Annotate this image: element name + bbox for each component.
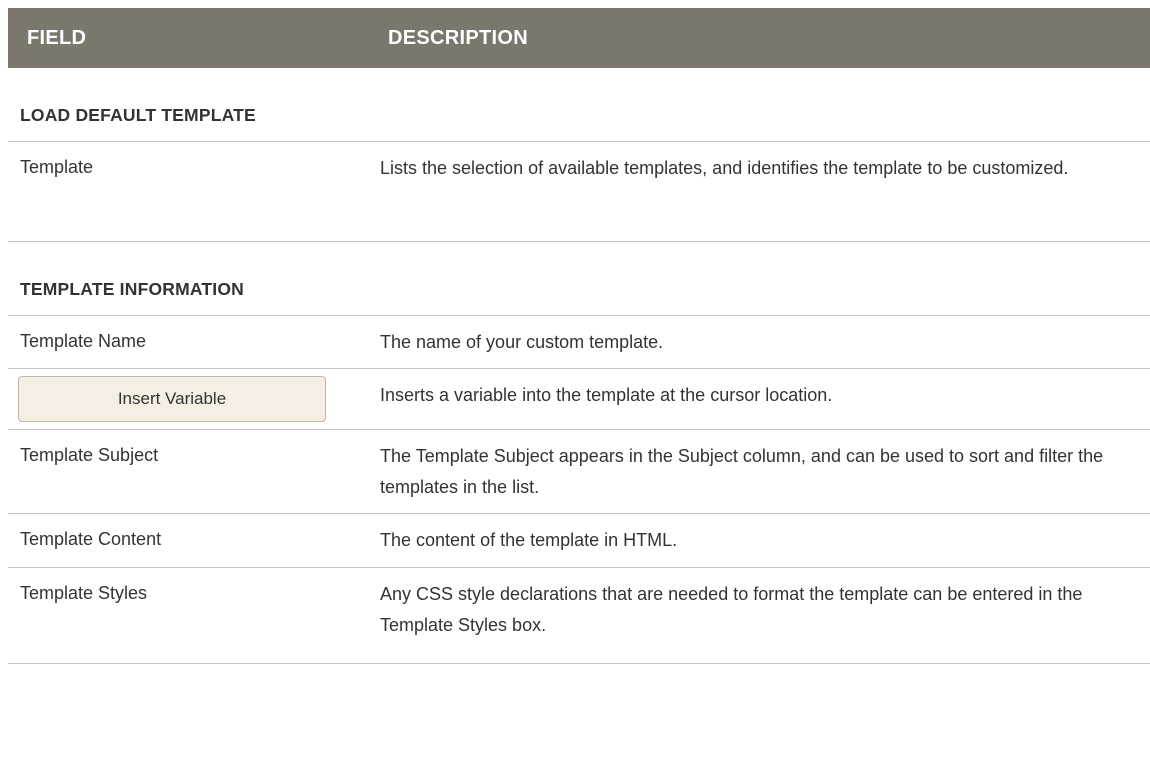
- header-description: DESCRIPTION: [388, 26, 528, 49]
- table-row: Template Subject The Template Subject ap…: [8, 430, 1150, 514]
- field-description: Any CSS style declarations that are need…: [380, 584, 1083, 635]
- field-name-cell: Insert Variable: [8, 369, 380, 429]
- field-description: The name of your custom template.: [380, 332, 664, 352]
- field-name: Template Styles: [20, 583, 148, 603]
- header-field: FIELD: [27, 26, 87, 49]
- insert-variable-button[interactable]: Insert Variable: [18, 376, 326, 422]
- field-name: Template Name: [20, 331, 147, 351]
- field-name: Template: [20, 157, 94, 177]
- section-title: LOAD DEFAULT TEMPLATE: [20, 105, 256, 125]
- field-description: Lists the selection of available templat…: [380, 158, 1069, 178]
- table-header: FIELD DESCRIPTION: [8, 8, 1150, 68]
- section-title: TEMPLATE INFORMATION: [20, 279, 245, 299]
- table-row: Insert Variable Inserts a variable into …: [8, 369, 1150, 430]
- field-name: Template Content: [20, 529, 162, 549]
- field-description: The Template Subject appears in the Subj…: [380, 446, 1104, 497]
- field-description: The content of the template in HTML.: [380, 530, 678, 550]
- table-row: Template Name The name of your custom te…: [8, 315, 1150, 369]
- field-description-table: FIELD DESCRIPTION LOAD DEFAULT TEMPLATE …: [8, 8, 1150, 664]
- field-name: Template Subject: [20, 445, 159, 465]
- table-row: Template Lists the selection of availabl…: [8, 141, 1150, 242]
- field-description: Inserts a variable into the template at …: [380, 385, 833, 405]
- table-row: Template Styles Any CSS style declaratio…: [8, 568, 1150, 664]
- table-row: Template Content The content of the temp…: [8, 514, 1150, 568]
